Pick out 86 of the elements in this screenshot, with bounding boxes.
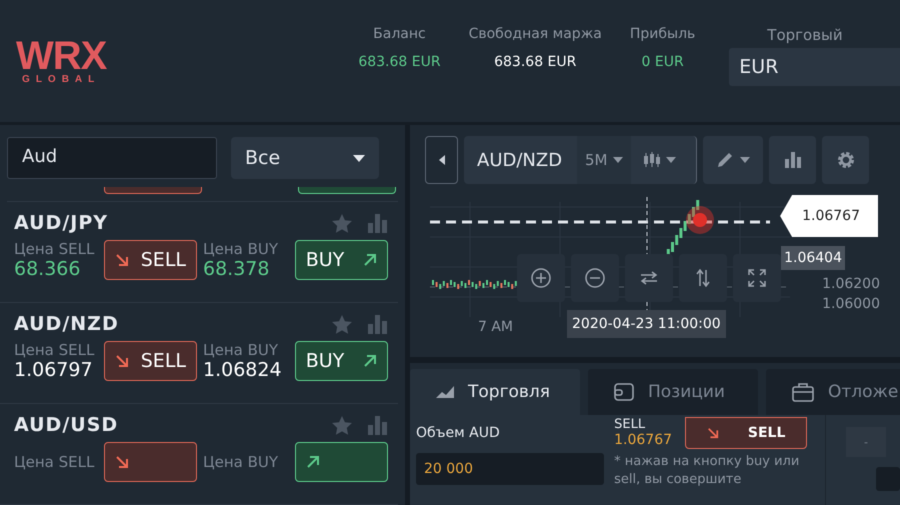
crosshair-price-label: 1.06404 — [781, 246, 845, 270]
side-label: SELL — [614, 417, 646, 432]
instrument-name: AUD/NZD — [14, 313, 120, 335]
volume-field[interactable]: 20 000 — [416, 453, 604, 485]
axis-label: 1.06000 — [822, 296, 880, 312]
caret-icon — [612, 157, 622, 163]
tab[interactable]: Позиции — [588, 369, 758, 415]
bar-chart-icon — [784, 152, 800, 168]
buy-button[interactable]: BUY — [294, 240, 388, 280]
arrow-up-right-icon — [306, 455, 320, 469]
sell-price-label: Цена SELL — [14, 341, 96, 359]
fullscreen-button[interactable] — [733, 254, 781, 302]
buy-price-label: Цена BUY — [203, 453, 280, 471]
caret-icon — [666, 157, 676, 163]
price-marker — [686, 206, 714, 234]
candlestick-icon — [642, 152, 660, 168]
drawing-tools-button[interactable] — [703, 136, 763, 184]
axis-label: 7 AM — [478, 319, 514, 335]
arrow-down-right-icon — [114, 253, 129, 267]
tab[interactable]: Торговля — [410, 369, 580, 415]
up-down-arrows-icon — [696, 269, 710, 287]
settings-icon — [836, 151, 854, 169]
crosshair-time-label: 2020-04-23 11:00:00 — [567, 310, 726, 338]
collapse-button[interactable] — [425, 136, 458, 184]
zoom-out-button[interactable] — [571, 254, 619, 302]
star-icon[interactable] — [332, 416, 352, 434]
buy-button[interactable] — [294, 442, 388, 482]
stat-value: 0 EUR — [642, 54, 684, 70]
volume-label: Объем AUD — [416, 425, 501, 441]
area-chart-icon — [436, 386, 454, 398]
logo-subtitle: GLOBAL — [22, 74, 100, 84]
logo-text: WRX — [16, 38, 106, 74]
arrow-down-right-icon — [114, 455, 129, 469]
briefcase-icon — [792, 382, 814, 402]
stat-value: 683.68 EUR — [494, 54, 576, 70]
instrument-name: AUD/USD — [14, 414, 120, 436]
sell-price-label: Цена SELL — [14, 453, 96, 471]
zoom-in-button[interactable] — [517, 254, 565, 302]
checkbox[interactable] — [876, 467, 900, 491]
sell-price: 1.06797 — [14, 359, 94, 381]
star-icon[interactable] — [332, 314, 352, 334]
sort-button[interactable] — [679, 254, 727, 302]
caret-left-icon — [438, 155, 444, 165]
caret-icon — [740, 157, 750, 163]
fullscreen-icon — [748, 269, 766, 287]
swap-button[interactable] — [625, 254, 673, 302]
side-price: 1.06767 — [614, 432, 672, 448]
instrument-name: AUD/JPY — [14, 212, 110, 234]
indicators-button[interactable] — [769, 136, 816, 184]
buy-button[interactable]: BUY — [294, 341, 388, 381]
buy-price-label: Цена BUY — [203, 240, 280, 258]
buy-price: 68.378 — [203, 258, 270, 280]
zoom-out-icon — [585, 268, 605, 288]
settings-button[interactable] — [822, 136, 869, 184]
filter-select[interactable]: Все — [231, 137, 379, 179]
stat-label: Прибыль — [630, 26, 696, 42]
arrow-up-right-icon — [363, 253, 377, 267]
arrow-up-right-icon — [363, 354, 377, 368]
star-icon[interactable] — [332, 214, 352, 232]
wallet-icon — [614, 383, 634, 401]
arrow-down-right-icon — [706, 427, 719, 439]
note-text: * нажав на кнопку buy или sell, вы совершите — [614, 453, 800, 489]
stat-label: Баланс — [373, 26, 426, 42]
buy-price-label: Цена BUY — [203, 341, 280, 359]
caret-icon — [353, 154, 365, 162]
timeframe-select[interactable]: 5M — [577, 136, 630, 184]
search-field[interactable]: Aud — [7, 137, 217, 179]
stat-label: Свободная маржа — [468, 26, 602, 42]
account-label: Торговый — [767, 26, 843, 44]
axis-label: 1.06200 — [822, 276, 880, 292]
price-tag: 1.06767 — [780, 195, 878, 237]
account-select[interactable]: EUR — [729, 48, 900, 86]
swap-arrows-icon — [639, 271, 659, 285]
symbol-select[interactable]: AUD/NZD — [464, 150, 577, 170]
sell-button[interactable] — [104, 442, 197, 482]
sell-button[interactable]: SELL — [104, 240, 197, 280]
sell-price: 68.366 — [14, 258, 82, 280]
sell-button[interactable]: SELL — [104, 341, 197, 381]
buy-price: 1.06824 — [203, 359, 283, 381]
sell-price-label: Цена SELL — [14, 240, 96, 258]
arrow-down-right-icon — [114, 354, 129, 368]
zoom-in-icon — [531, 268, 551, 288]
sell-button[interactable]: SELL — [685, 417, 808, 449]
tab[interactable]: Отложе — [766, 369, 900, 415]
pencil-icon — [716, 151, 734, 169]
stat-value: 683.68 EUR — [358, 54, 441, 70]
